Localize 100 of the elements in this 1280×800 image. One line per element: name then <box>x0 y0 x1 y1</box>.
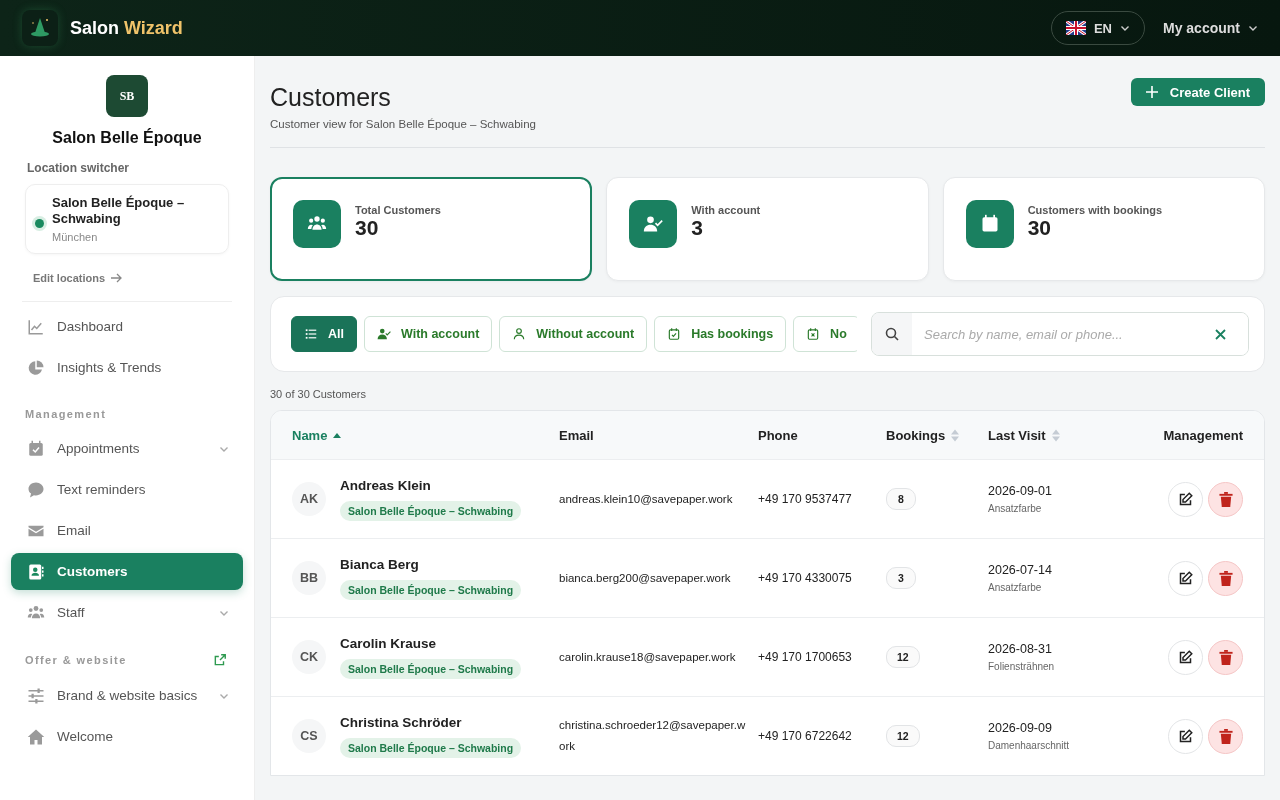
edit-icon <box>1178 491 1193 507</box>
email-cell-text: carolin.krause18@savepaper.work <box>559 649 737 665</box>
edit-button[interactable] <box>1168 481 1203 517</box>
search-bar[interactable]: Search by name, email or phone... <box>871 312 1249 356</box>
chevron-down-icon <box>1120 23 1130 33</box>
stat-label: Customers with bookings <box>1027 204 1163 216</box>
stat-label: With account <box>691 204 761 216</box>
external-link-icon[interactable] <box>213 653 227 667</box>
close-icon <box>1215 328 1226 340</box>
nav-item[interactable]: Email <box>11 512 243 549</box>
page-title: Customers <box>270 83 392 112</box>
phone-cell-text: +49 170 9537477 <box>758 492 853 506</box>
filter-chip[interactable]: No <box>793 316 857 352</box>
bookings-count: 8 <box>886 488 916 510</box>
nav-item[interactable]: Dashboard <box>11 308 243 345</box>
delete-button[interactable] <box>1208 560 1243 596</box>
sort-icon <box>950 428 961 442</box>
nav-item[interactable]: Insights & Trends <box>11 349 243 386</box>
sort-up-icon <box>332 431 343 439</box>
line-chart-icon <box>27 317 45 336</box>
service-name: Ansatzfarbe <box>988 582 1043 593</box>
filter-chip[interactable]: All <box>291 316 357 352</box>
trash-icon <box>1218 649 1233 665</box>
result-count: 30 of 30 Customers <box>270 388 367 400</box>
nav-item[interactable]: Welcome <box>11 718 243 755</box>
phone-cell-text: +49 170 1700653 <box>758 650 853 664</box>
column-header: Phone <box>758 427 798 443</box>
salon-name: Salon Belle Époque <box>52 129 202 147</box>
bookings-count: 12 <box>886 646 920 668</box>
edit-button[interactable] <box>1168 718 1203 754</box>
email-cell-text: andreas.klein10@savepaper.work <box>559 491 734 507</box>
stat-value: 30 <box>1027 216 1052 240</box>
customer-name: Carolin Krause <box>340 635 438 651</box>
location-card[interactable]: Salon Belle Époque – Schwabing München <box>25 184 229 254</box>
edit-icon <box>1178 728 1193 744</box>
service-name: Damenhaarschnitt <box>988 740 1071 751</box>
customer-name: Christina Schröder <box>340 714 463 730</box>
edit-button[interactable] <box>1168 560 1203 596</box>
section-heading: Management <box>25 408 107 420</box>
email-cell-text: christina.schroeder12@savepaper.work <box>559 718 747 754</box>
app-name: Salon Wizard <box>70 17 183 39</box>
service-name: Ansatzfarbe <box>988 503 1043 514</box>
pie-chart-icon <box>27 358 45 377</box>
user-check-icon <box>377 327 391 341</box>
column-header[interactable]: Last Visit <box>988 427 1061 443</box>
nav-item[interactable]: Text reminders <box>11 471 243 508</box>
location-tag: Salon Belle Époque – Schwabing <box>340 737 522 758</box>
avatar-initials: CS <box>292 719 326 753</box>
service-name: Foliensträhnen <box>988 661 1056 672</box>
account-menu[interactable]: My account <box>1157 20 1258 36</box>
edit-icon <box>1178 649 1193 665</box>
last-visit-date: 2026-08-31 <box>988 642 1053 656</box>
section-heading: Offer & website <box>25 654 127 666</box>
delete-button[interactable] <box>1208 639 1243 675</box>
avatar-initials: AK <box>292 482 326 516</box>
filter-chip[interactable]: Without account <box>499 316 648 352</box>
contact-card-icon <box>27 562 45 581</box>
arrow-right-icon <box>111 273 124 283</box>
search-icon <box>885 327 899 341</box>
nav-item[interactable]: Appointments <box>11 430 243 467</box>
stat-label: Total Customers <box>355 204 441 216</box>
nav-item[interactable]: Staff <box>11 594 243 631</box>
edit-button[interactable] <box>1168 639 1203 675</box>
stat-card[interactable]: With account 3 <box>606 177 929 281</box>
location-city: München <box>52 231 99 243</box>
page-subtitle: Customer view for Salon Belle Époque – Schwabing <box>270 118 536 130</box>
nav-item[interactable]: Brand & website basics <box>11 677 243 714</box>
phone-cell-text: +49 170 4330075 <box>758 571 853 585</box>
stat-card[interactable]: Total Customers 30 <box>270 177 593 281</box>
last-visit-date: 2026-09-01 <box>988 484 1053 498</box>
list-icon <box>304 327 318 341</box>
user-check-icon <box>643 214 664 234</box>
filter-chip[interactable]: With account <box>364 316 493 352</box>
bookings-count: 3 <box>886 567 916 589</box>
flag-icon <box>1065 21 1086 35</box>
column-header: Management <box>1163 427 1243 443</box>
customer-name: Andreas Klein <box>340 477 432 493</box>
last-visit-date: 2026-09-09 <box>988 721 1053 735</box>
column-header[interactable]: Name <box>292 427 343 443</box>
stat-value: 30 <box>355 216 380 240</box>
filter-chip[interactable]: Has bookings <box>654 316 787 352</box>
delete-button[interactable] <box>1208 718 1243 754</box>
column-header[interactable]: Bookings <box>886 427 961 443</box>
salon-logo: SB <box>106 75 148 117</box>
speech-bubble-icon <box>27 480 45 499</box>
delete-button[interactable] <box>1208 481 1243 517</box>
bookings-count: 12 <box>886 725 920 747</box>
email-cell-text: bianca.berg200@savepaper.work <box>559 570 732 586</box>
edit-locations-link[interactable]: Edit locations <box>33 272 124 284</box>
location-tag: Salon Belle Époque – Schwabing <box>340 658 522 679</box>
trash-icon <box>1218 491 1233 507</box>
stat-card[interactable]: Customers with bookings 30 <box>942 177 1265 281</box>
calendar-x-icon <box>806 327 821 341</box>
nav-item[interactable]: Customers <box>11 553 243 590</box>
avatar-initials: BB <box>292 561 326 595</box>
house-icon <box>27 727 45 746</box>
create-client-button[interactable]: Create Client <box>1130 78 1265 106</box>
stat-value: 3 <box>691 216 704 240</box>
location-switcher-label: Location switcher <box>27 161 131 175</box>
plus-icon <box>1145 86 1158 98</box>
